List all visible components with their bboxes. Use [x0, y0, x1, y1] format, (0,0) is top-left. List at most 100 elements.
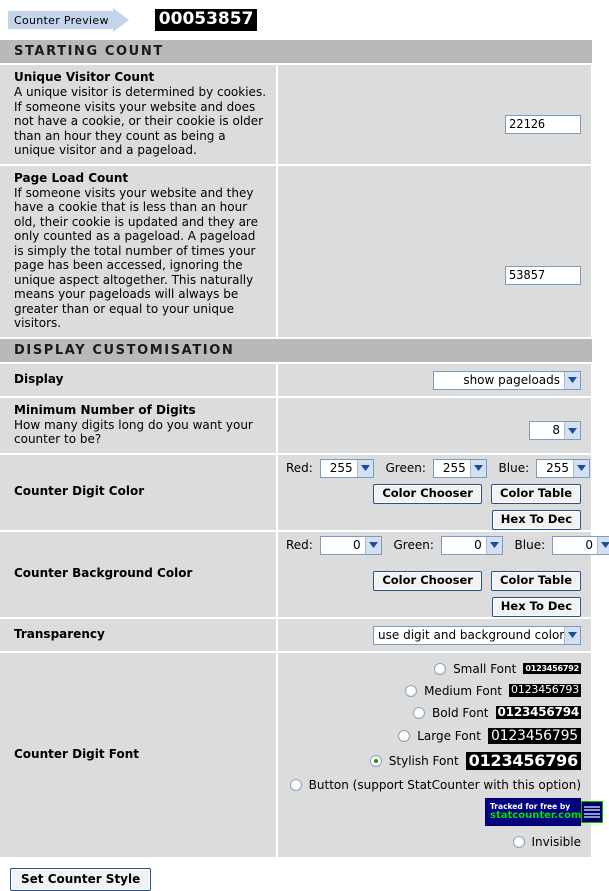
row-page-load-count: Page Load Count If someone visits your w…	[0, 164, 594, 339]
radio-icon[interactable]	[512, 835, 525, 848]
digit-color-green-select[interactable]: 255	[432, 458, 487, 478]
digit-color-rgb-row: Red: 255 Green: 255 Blue: 255	[278, 455, 591, 478]
radio-icon[interactable]	[369, 754, 382, 767]
font-option-small[interactable]: Small Font 0123456792	[278, 658, 591, 680]
background-color-red-value: 0	[353, 537, 361, 552]
display-select-cell: show pageloads	[277, 362, 594, 398]
counter-settings-table: STARTING COUNT Unique Visitor Count A un…	[0, 40, 609, 859]
font-option-invisible[interactable]: Invisible	[278, 829, 591, 852]
font-option-button-label: Button (support StatCounter with this op…	[308, 777, 582, 792]
counter-preview-banner: Counter Preview	[8, 8, 129, 32]
digit-color-red-label: Red:	[286, 460, 313, 475]
digit-color-blue-select[interactable]: 255	[535, 458, 590, 478]
background-color-blue-value: 0	[585, 537, 593, 552]
font-option-small-label: Small Font	[453, 661, 517, 676]
digit-color-table-button[interactable]: Color Table	[491, 483, 582, 504]
statcounter-badge-line2: statcounter.com	[490, 810, 582, 822]
digit-color-button-row-2: Hex To Dec	[278, 504, 591, 530]
background-color-blue-label: Blue:	[514, 537, 546, 552]
min-digits-select[interactable]: 8	[529, 421, 582, 440]
radio-icon[interactable]	[405, 684, 418, 697]
background-color-label: Counter Background Color	[14, 566, 193, 580]
min-digits-description: How many digits long do you want your co…	[14, 417, 253, 447]
min-digits-label-cell: Minimum Number of Digits How many digits…	[0, 396, 278, 455]
background-color-green-value: 0	[474, 537, 482, 552]
section-header-display-customisation: DISPLAY CUSTOMISATION	[0, 337, 593, 364]
digit-color-red-select[interactable]: 255	[319, 458, 374, 478]
digit-color-blue-value: 255	[546, 460, 569, 475]
digit-font-label: Counter Digit Font	[14, 746, 140, 761]
radio-icon[interactable]	[413, 706, 426, 719]
unique-visitor-count-description: A unique visitor is determined by cookie…	[14, 85, 267, 157]
unique-visitor-count-title: Unique Visitor Count	[14, 70, 155, 84]
min-digits-title: Minimum Number of Digits	[14, 402, 196, 417]
radio-icon[interactable]	[289, 778, 302, 791]
counter-preview-value: 00053857	[154, 9, 258, 31]
page-load-count-description-cell: Page Load Count If someone visits your w…	[0, 164, 278, 339]
display-select[interactable]: show pageloads	[433, 370, 582, 390]
transparency-select-cell: use digit and background color	[277, 617, 594, 653]
section-header-display-customisation-label: DISPLAY CUSTOMISATION	[0, 337, 593, 364]
digit-color-label: Counter Digit Color	[14, 484, 145, 498]
chevron-down-icon	[356, 459, 373, 477]
chevron-down-icon	[469, 459, 486, 477]
background-color-button-row-2: Hex To Dec	[278, 591, 591, 617]
statcounter-badge-line1: Tracked for free by	[490, 801, 571, 811]
digit-color-chooser-button[interactable]: Color Chooser	[373, 483, 482, 504]
digit-color-hex-to-dec-button[interactable]: Hex To Dec	[491, 509, 582, 530]
font-option-large-label: Large Font	[417, 728, 481, 743]
font-option-medium[interactable]: Medium Font 0123456793	[278, 680, 591, 702]
display-select-value: show pageloads	[463, 372, 561, 387]
transparency-select-value: use digit and background color	[378, 627, 565, 642]
page-load-count-input-cell	[277, 164, 594, 339]
row-min-digits: Minimum Number of Digits How many digits…	[0, 396, 594, 455]
radio-icon[interactable]	[434, 662, 447, 675]
statcounter-badge-wrap: Tracked for free by statcounter.com	[278, 796, 604, 829]
transparency-label-cell: Transparency	[0, 617, 278, 653]
page-load-count-input[interactable]	[505, 265, 582, 285]
background-color-green-select[interactable]: 0	[440, 535, 503, 555]
chevron-down-icon	[572, 459, 589, 477]
font-option-stylish[interactable]: Stylish Font 0123456796	[278, 748, 591, 774]
row-background-color: Counter Background Color Red: 0 Green: 0…	[0, 530, 609, 619]
font-option-bold-label: Bold Font	[432, 705, 489, 720]
background-color-button-row-1: Color Chooser Color Table	[278, 555, 591, 591]
background-color-table-button[interactable]: Color Table	[491, 570, 582, 591]
background-color-blue-select[interactable]: 0	[551, 535, 609, 555]
background-color-label-cell: Counter Background Color	[0, 530, 278, 619]
unique-visitor-count-input-cell	[277, 64, 594, 166]
font-option-medium-label: Medium Font	[424, 683, 503, 698]
font-option-large[interactable]: Large Font 0123456795	[278, 724, 591, 748]
font-option-large-sample: 0123456795	[487, 727, 582, 744]
digit-color-red-value: 255	[329, 460, 353, 475]
section-header-starting-count: STARTING COUNT	[0, 40, 593, 65]
row-display: Display show pageloads	[0, 362, 594, 398]
font-option-button[interactable]: Button (support StatCounter with this op…	[278, 774, 591, 796]
background-color-red-label: Red:	[286, 537, 313, 552]
footer-actions: Set Counter Style	[0, 859, 609, 891]
row-digit-color: Counter Digit Color Red: 255 Green: 255 …	[0, 453, 594, 532]
digit-color-green-label: Green:	[385, 460, 426, 475]
radio-icon[interactable]	[398, 729, 411, 742]
unique-visitor-count-input[interactable]	[505, 114, 582, 134]
chevron-down-icon	[564, 422, 581, 439]
display-label: Display	[14, 372, 64, 386]
digit-font-label-cell: Counter Digit Font	[0, 651, 278, 859]
background-color-red-select[interactable]: 0	[319, 535, 382, 555]
chevron-down-icon	[564, 371, 581, 389]
set-counter-style-button[interactable]: Set Counter Style	[10, 867, 152, 891]
background-color-hex-to-dec-button[interactable]: Hex To Dec	[491, 596, 582, 617]
display-label-cell: Display	[0, 362, 278, 398]
row-unique-visitor-count: Unique Visitor Count A unique visitor is…	[0, 64, 594, 166]
transparency-label: Transparency	[14, 627, 105, 641]
page-load-count-description: If someone visits your website and they …	[14, 185, 258, 331]
font-option-stylish-label: Stylish Font	[388, 753, 459, 768]
chevron-down-icon	[564, 626, 581, 644]
transparency-select[interactable]: use digit and background color	[373, 625, 582, 645]
font-option-small-sample: 0123456792	[523, 662, 582, 675]
min-digits-select-value: 8	[552, 423, 561, 437]
font-option-bold[interactable]: Bold Font 0123456794	[278, 702, 591, 724]
background-color-chooser-button[interactable]: Color Chooser	[373, 570, 482, 591]
row-digit-font: Counter Digit Font Small Font 0123456792…	[0, 651, 604, 859]
digit-color-button-row-1: Color Chooser Color Table	[278, 478, 591, 504]
